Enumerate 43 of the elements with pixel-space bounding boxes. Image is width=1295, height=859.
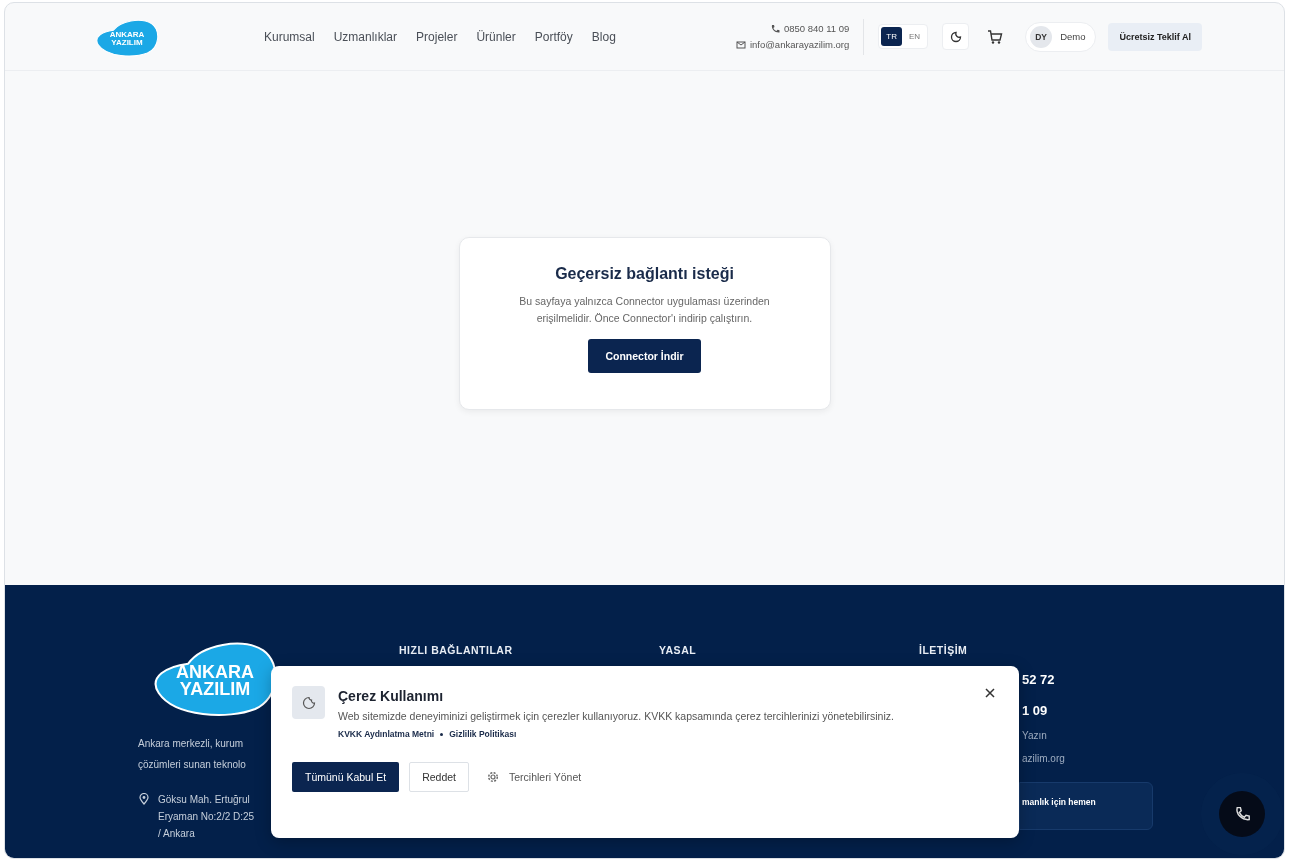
theme-toggle[interactable] <box>942 23 970 50</box>
close-button[interactable] <box>983 686 997 700</box>
footer-heading: HIZLI BAĞLANTILAR <box>399 644 514 656</box>
nav-link[interactable]: Ürünler <box>476 29 516 44</box>
language-option[interactable]: TR <box>881 27 902 46</box>
about-text: Ankara merkezli, kurum çözümleri sunan teknolo <box>138 737 246 772</box>
contact-phone[interactable]: 52 72 <box>1022 672 1284 687</box>
nav-link[interactable]: Portföy <box>534 29 573 44</box>
moon-icon <box>949 30 962 43</box>
location-pin-icon <box>138 793 150 805</box>
language-option[interactable]: EN <box>904 27 926 46</box>
user-avatar: DY <box>1030 25 1053 48</box>
phone-number[interactable]: 0850 840 11 09 <box>770 23 850 34</box>
contact-phone[interactable]: 1 09 <box>1022 703 1284 718</box>
contact-callout: manlık için hemen <box>1019 782 1153 830</box>
nav-link[interactable]: Projeler <box>416 29 458 44</box>
manage-preferences-button[interactable]: Tercihleri Yönet <box>487 771 582 783</box>
cookie-icon <box>292 686 325 719</box>
footer-heading: YASAL <box>659 644 698 656</box>
cart-icon[interactable] <box>987 28 1004 45</box>
nav-link[interactable]: Blog <box>591 29 616 44</box>
policy-link[interactable]: Gizlilik Politikası <box>449 729 517 739</box>
accept-all-button[interactable]: Tümünü Kabul Et <box>292 762 400 792</box>
email-address[interactable]: info@ankarayazilim.org <box>735 39 850 50</box>
download-button[interactable]: Connector İndir <box>588 338 701 373</box>
policy-link[interactable]: KVKK Aydınlatma Metni <box>338 729 435 739</box>
error-message: Bu sayfaya yalnızca Connector uygulaması üzerinden erişilmelidir. Önce Connector'ı indirip çalıştırın. <box>518 293 771 326</box>
phone-icon <box>1234 806 1250 822</box>
gear-icon <box>487 771 499 783</box>
nav-link[interactable]: Kurumsal <box>264 29 315 44</box>
quote-button[interactable]: Ücretsiz Teklif Al <box>1108 22 1202 51</box>
cookie-title: Çerez Kullanımı <box>338 688 445 704</box>
cookie-message: Web sitemizde deneyiminizi geliştirmek için çerezler kullanıyoruz. KVKK kapsamında çerez tercihlerinizi yönetebilirsiniz. <box>338 709 895 724</box>
nav-link[interactable]: Uzmanlıklar <box>333 29 398 44</box>
contact-text[interactable]: azilim.org <box>1022 753 1284 764</box>
address-text: Göksu Mah. Ertuğrul Eryaman No:2/2 D:25 / Ankara <box>158 793 255 841</box>
mail-icon <box>735 39 746 50</box>
user-menu[interactable]: DY Demo <box>1025 21 1097 52</box>
contact-text[interactable]: Yazın <box>1022 730 1284 741</box>
error-title: Geçersiz bağlantı isteği <box>555 264 734 283</box>
footer-heading: İLETİŞİM <box>919 644 969 656</box>
reject-button[interactable]: Reddet <box>409 762 469 792</box>
phone-icon <box>770 23 780 34</box>
